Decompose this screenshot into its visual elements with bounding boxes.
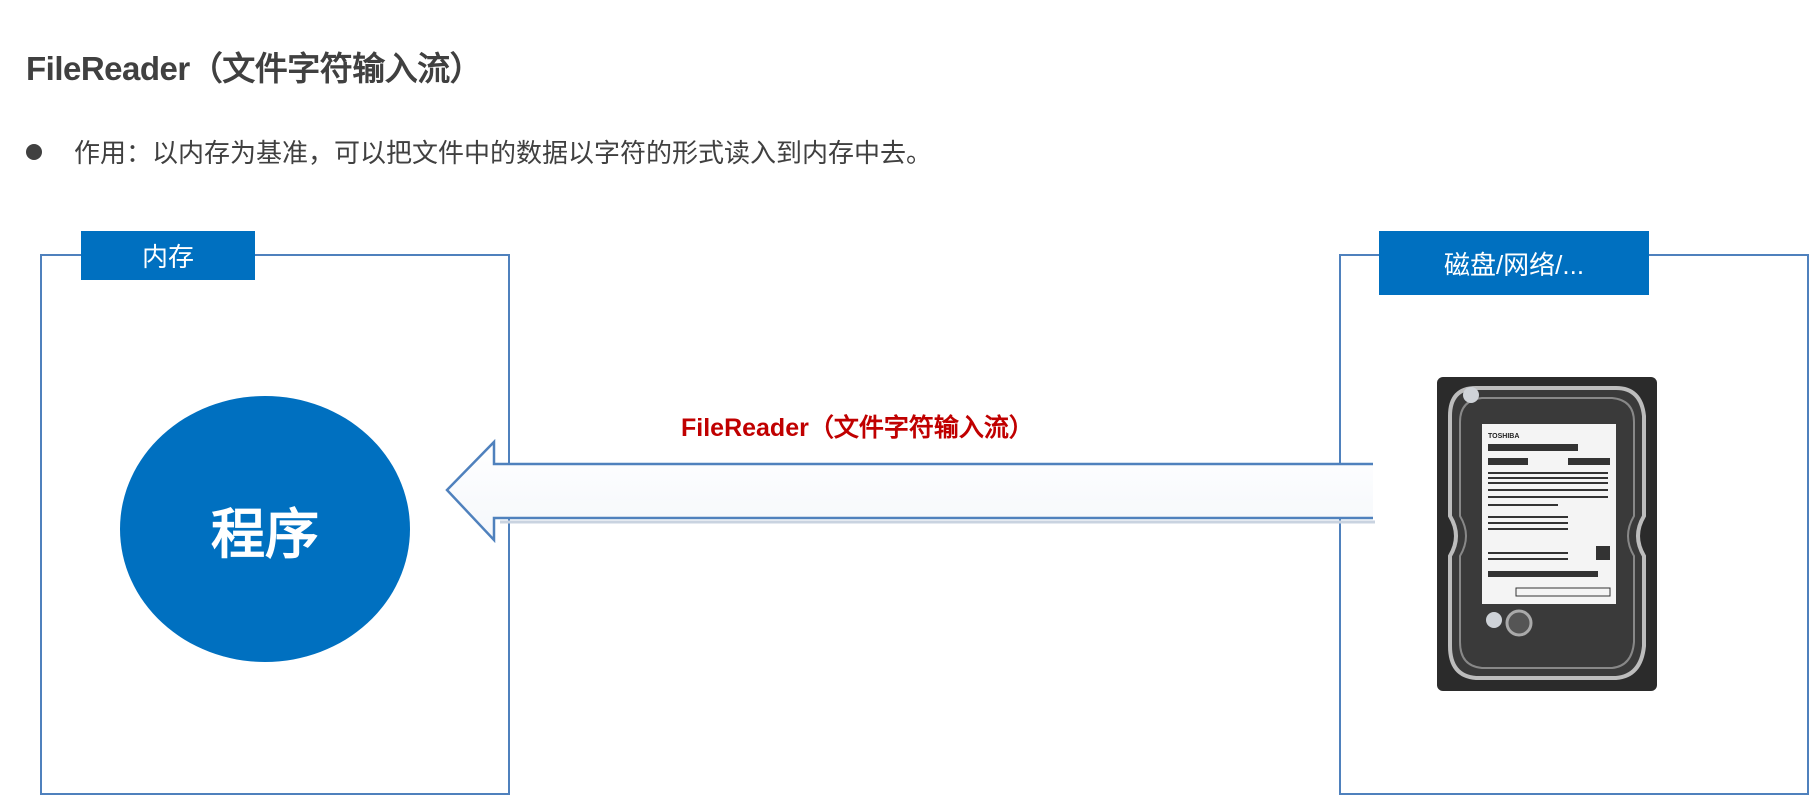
bullet-icon: [26, 143, 42, 160]
arrow-label: FileReader（文件字符输入流）: [681, 414, 1034, 442]
flow-arrow: [445, 438, 1375, 544]
bullet-text: 作用：以内存为基准，可以把文件中的数据以字符的形式读入到内存中去。: [74, 138, 933, 168]
page-title: FileReader（文件字符输入流）: [26, 50, 483, 87]
svg-text:TOSHIBA: TOSHIBA: [1488, 433, 1519, 440]
bullet-item: 作用：以内存为基准，可以把文件中的数据以字符的形式读入到内存中去。: [26, 133, 932, 170]
program-circle: 程序: [120, 396, 410, 662]
memory-tag: 内存: [81, 231, 255, 280]
hard-disk-drive-image: TOSHIBA: [1437, 377, 1657, 691]
disk-tag: 磁盘/网络/...: [1379, 231, 1649, 295]
